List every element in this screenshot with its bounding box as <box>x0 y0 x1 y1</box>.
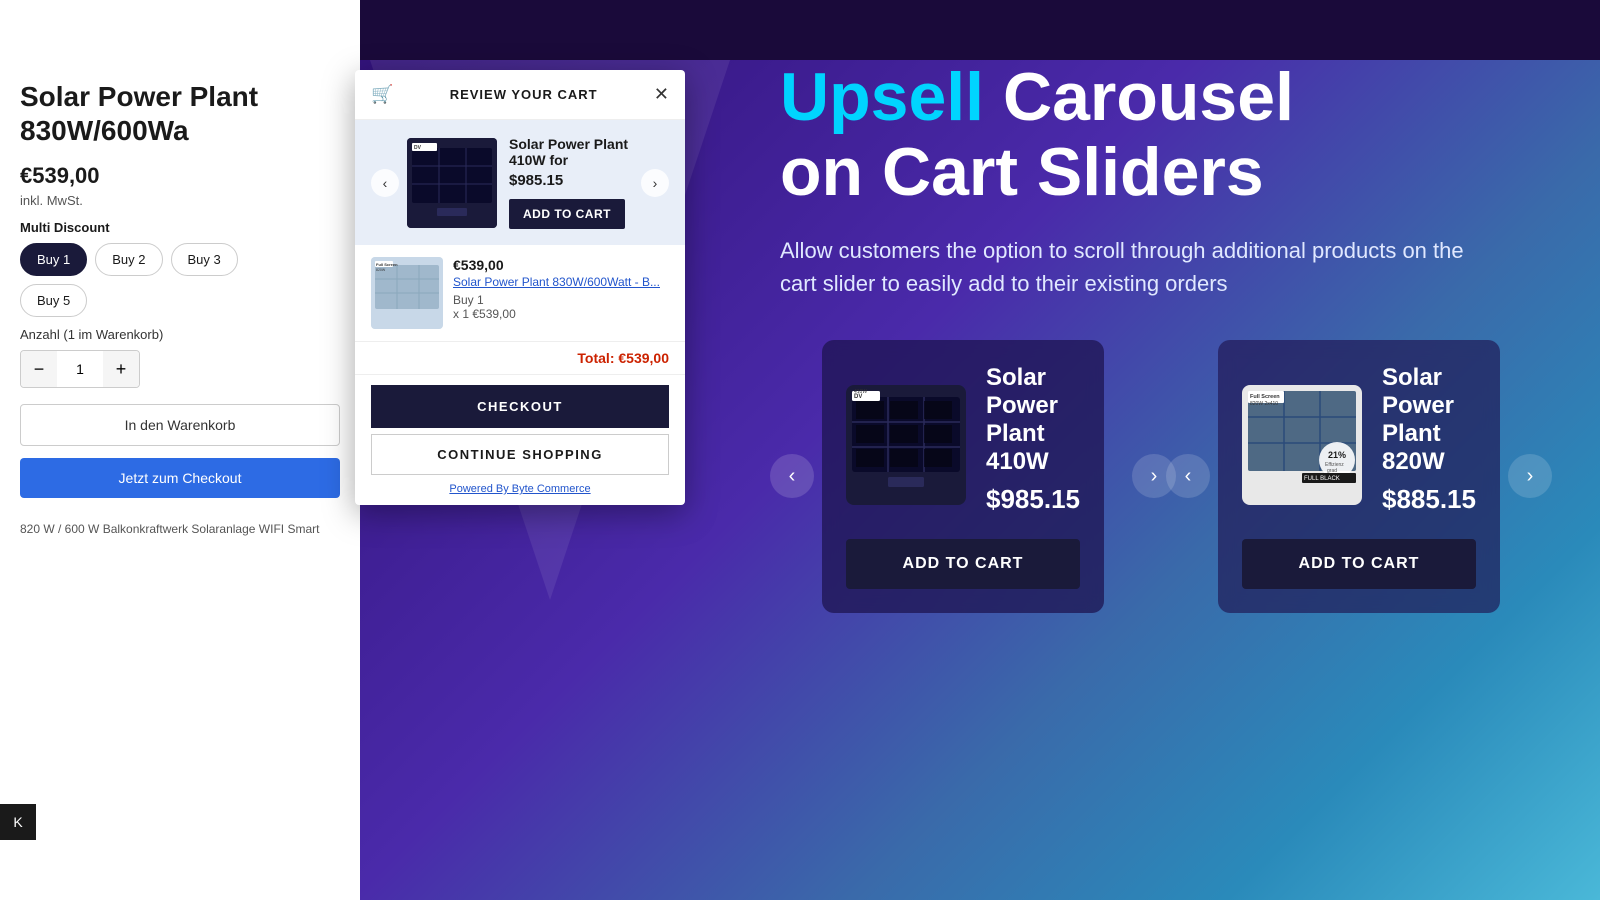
upsell-carousel: ‹ DV 410W <box>780 340 1520 613</box>
right-content: Upsell Carousel on Cart Sliders Allow cu… <box>700 0 1600 900</box>
svg-text:21%: 21% <box>1328 450 1346 460</box>
svg-text:FULL BLACK: FULL BLACK <box>1304 476 1340 482</box>
cart-icon: 🛒 <box>371 84 393 105</box>
svg-text:820W: 820W <box>376 268 386 272</box>
discount-buy1[interactable]: Buy 1 <box>20 243 87 276</box>
svg-text:DV: DV <box>414 145 422 151</box>
cart-items: Full Screen 820W €539,00 Solar Power Pla… <box>355 245 685 342</box>
product-price: €539,00 <box>20 163 340 189</box>
upsell-product-image-2: Full Screen 820W 2x410 21% Effizienz gra… <box>1242 385 1362 505</box>
modal-product-info: Solar Power Plant 410W for $985.15 ADD T… <box>509 136 633 229</box>
qty-value: 1 <box>57 361 103 377</box>
upsell-product-image-1: DV 410W <box>846 385 966 505</box>
upsell-solar-panel-1: DV 410W <box>846 385 966 505</box>
hero-subtitle: Allow customers the option to scroll thr… <box>780 234 1480 300</box>
upsell-add-to-cart-1[interactable]: ADD TO CART <box>846 539 1080 589</box>
cart-total: Total: €539,00 <box>355 342 685 375</box>
add-to-cart-page-button[interactable]: In den Warenkorb <box>20 404 340 446</box>
upsell-card2-next-button[interactable]: › <box>1508 454 1552 498</box>
modal-product-price: $985.15 <box>509 172 633 189</box>
discount-buy2[interactable]: Buy 2 <box>95 243 162 276</box>
modal-product-image: DV <box>407 138 497 228</box>
cart-item-price: €539,00 <box>453 257 669 273</box>
cart-total-value: €539,00 <box>618 350 669 366</box>
carousel-prev-button[interactable]: ‹ <box>371 169 399 197</box>
upsell-product-info-2: Solar Power Plant 820W $885.15 <box>1382 364 1476 527</box>
upsell-add-to-cart-2[interactable]: ADD TO CART <box>1242 539 1476 589</box>
cart-item-qty-label: Buy 1 <box>453 293 669 307</box>
cart-modal-header: 🛒 REVIEW YOUR CART ✕ <box>355 70 685 120</box>
modal-carousel: ‹ DV Solar Power Plant 410W for <box>355 120 685 245</box>
upsell-solar-panel-2: Full Screen 820W 2x410 21% Effizienz gra… <box>1242 385 1362 505</box>
cart-total-label: Total: <box>577 350 614 366</box>
product-page: Solar Power Plant 830W/600Wa €539,00 ink… <box>0 0 360 900</box>
hero-title-highlight: Upsell <box>780 59 984 135</box>
product-tax: inkl. MwSt. <box>20 193 340 208</box>
qty-label: Anzahl (1 im Warenkorb) <box>20 327 340 342</box>
svg-text:820W 2x410: 820W 2x410 <box>1250 401 1278 407</box>
cart-item-subtotal: €539,00 <box>472 307 515 321</box>
cart-item: Full Screen 820W €539,00 Solar Power Pla… <box>371 257 669 329</box>
discount-buy3[interactable]: Buy 3 <box>171 243 238 276</box>
cart-checkout-button[interactable]: CHECKOUT <box>371 385 669 428</box>
upsell-product-price-1: $985.15 <box>986 484 1080 515</box>
upsell-card1-prev-button[interactable]: ‹ <box>770 454 814 498</box>
upsell-product-price-2: $885.15 <box>1382 484 1476 515</box>
discount-buy5[interactable]: Buy 5 <box>20 284 87 317</box>
cart-modal: 🛒 REVIEW YOUR CART ✕ ‹ DV <box>355 70 685 505</box>
product-title: Solar Power Plant 830W/600Wa <box>20 80 340 147</box>
upsell-card2-prev-button[interactable]: ‹ <box>1166 454 1210 498</box>
qty-control: − 1 + <box>20 350 140 388</box>
checkout-page-button[interactable]: Jetzt zum Checkout <box>20 458 340 498</box>
solar-panel-img: DV <box>407 138 497 228</box>
discount-buttons-row2: Buy 5 <box>20 284 340 317</box>
cart-item-image: Full Screen 820W <box>371 257 443 329</box>
modal-add-to-cart-button[interactable]: ADD TO CART <box>509 199 625 229</box>
qty-increase[interactable]: + <box>103 351 139 387</box>
upsell-card-2-inner: Full Screen 820W 2x410 21% Effizienz gra… <box>1242 364 1476 527</box>
cart-continue-button[interactable]: CONTINUE SHOPPING <box>371 434 669 475</box>
hero-title-line2: on Cart Sliders <box>780 134 1264 210</box>
qty-decrease[interactable]: − <box>21 351 57 387</box>
upsell-card-1: DV 410W <box>822 340 1104 613</box>
svg-text:Full Screen: Full Screen <box>376 262 398 267</box>
discount-buttons: Buy 1 Buy 2 Buy 3 <box>20 243 340 276</box>
svg-text:Full Screen: Full Screen <box>1250 394 1280 400</box>
cart-modal-title: REVIEW YOUR CART <box>450 87 598 102</box>
hero-title-part2: Carousel <box>984 59 1294 135</box>
carousel-next-button[interactable]: › <box>641 169 669 197</box>
modal-product-name: Solar Power Plant 410W for <box>509 136 633 168</box>
back-button[interactable]: K <box>0 804 36 840</box>
cart-item-qty: x 1 €539,00 <box>453 307 669 321</box>
product-description: 820 W / 600 W Balkonkraftwerk Solaranlag… <box>20 522 340 536</box>
powered-by[interactable]: Powered By Byte Commerce <box>355 483 685 505</box>
cart-item-name: Solar Power Plant 830W/600Watt - B... <box>453 275 669 289</box>
upsell-product-name-2: Solar Power Plant 820W <box>1382 364 1476 476</box>
back-icon: K <box>13 814 22 830</box>
upsell-product-info-1: Solar Power Plant 410W $985.15 <box>986 364 1080 527</box>
cart-item-qty-value: x 1 <box>453 307 469 321</box>
cart-item-details: €539,00 Solar Power Plant 830W/600Watt -… <box>453 257 669 321</box>
upsell-card-2: Full Screen 820W 2x410 21% Effizienz gra… <box>1218 340 1500 613</box>
upsell-product-name-1: Solar Power Plant 410W <box>986 364 1080 476</box>
hero-title: Upsell Carousel on Cart Sliders <box>780 60 1520 210</box>
upsell-card-1-inner: DV 410W <box>846 364 1080 527</box>
cart-close-button[interactable]: ✕ <box>654 84 669 105</box>
cart-item-svg: Full Screen 820W <box>371 257 443 329</box>
modal-carousel-content: DV Solar Power Plant 410W for $985.15 AD… <box>399 136 641 229</box>
svg-text:410W: 410W <box>854 389 867 395</box>
multi-discount-label: Multi Discount <box>20 220 340 235</box>
